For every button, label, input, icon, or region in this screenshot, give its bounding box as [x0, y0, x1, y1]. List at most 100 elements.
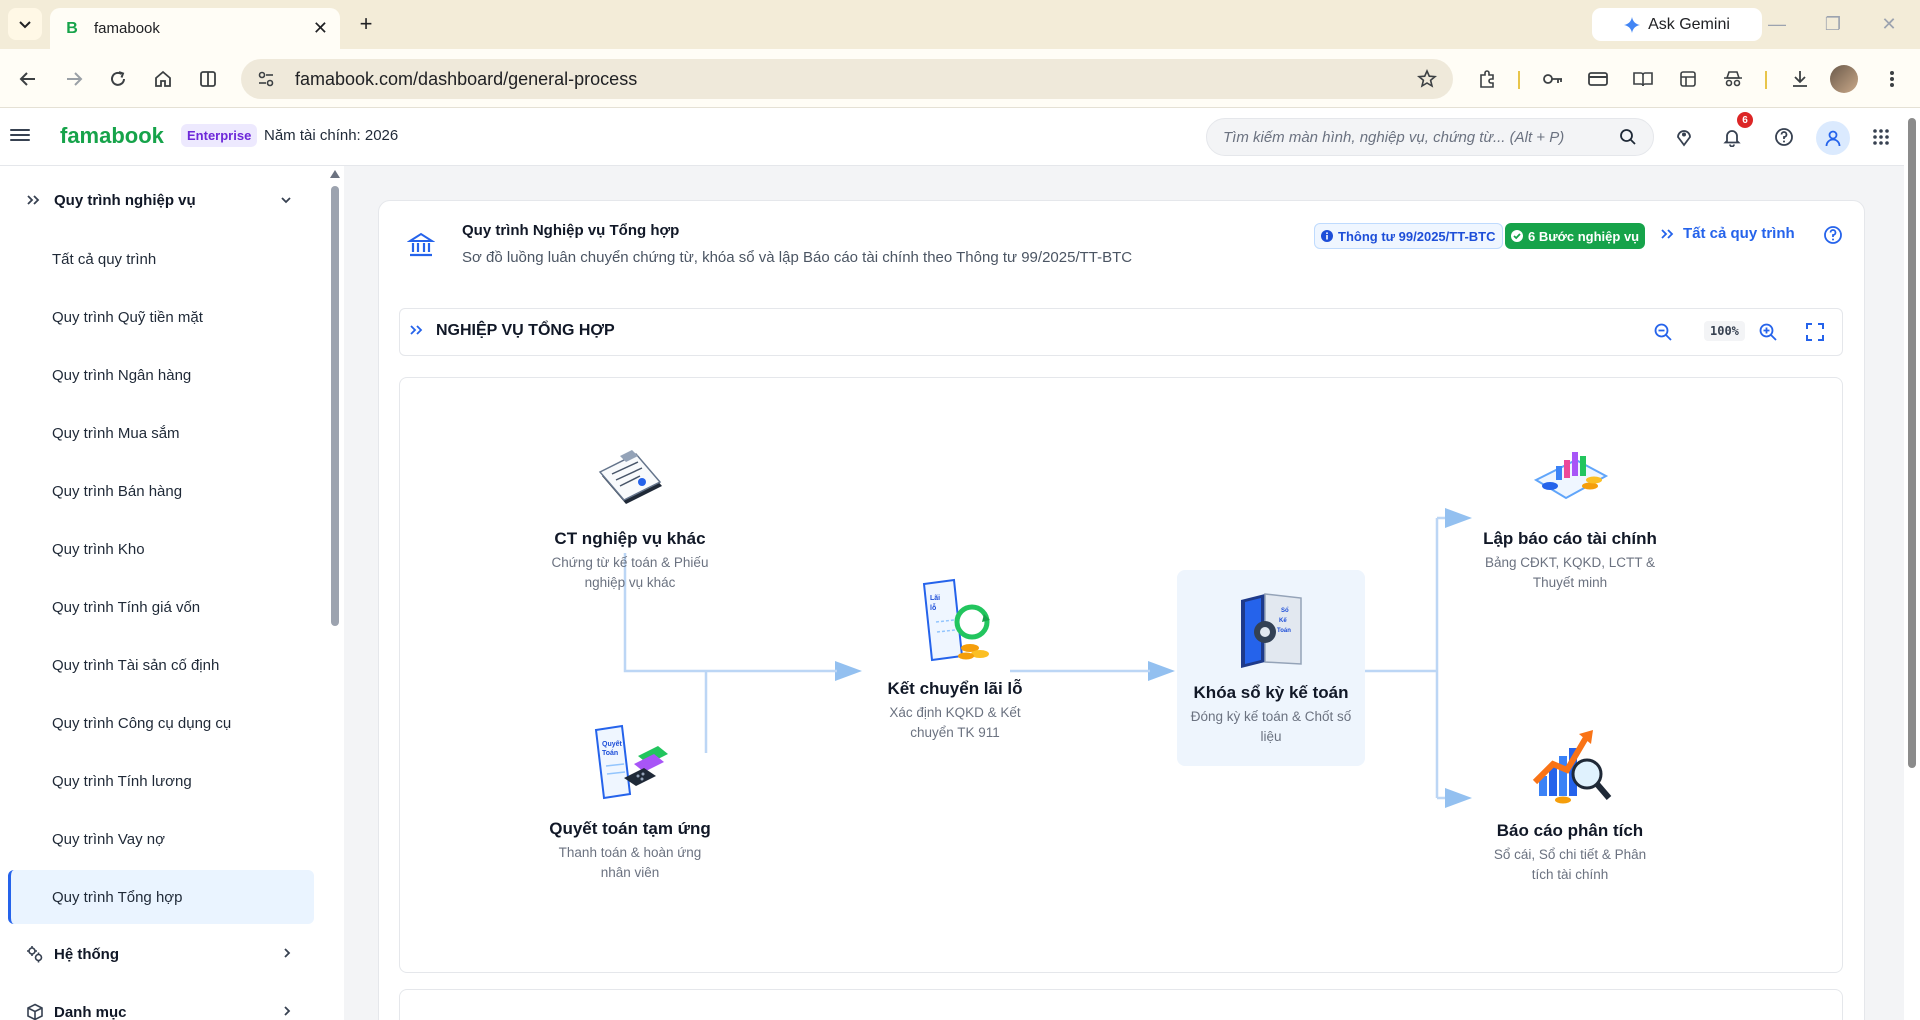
sidebar-scrollbar[interactable]: [328, 166, 342, 1020]
sidebar-item-all-processes[interactable]: Tất cả quy trình: [8, 232, 314, 286]
sidebar-item-loans[interactable]: Quy trình Vay nợ: [8, 812, 314, 866]
home-button[interactable]: [147, 63, 179, 95]
node-financial-report[interactable]: Lập báo cáo tài chính Bảng CĐKT, KQKD, L…: [1465, 438, 1675, 593]
sidebar-group-label: Danh mục: [54, 1003, 127, 1020]
sidebar-item-label: Quy trình Tài sản cố định: [52, 656, 220, 674]
address-bar[interactable]: famabook.com/dashboard/general-process: [241, 59, 1453, 99]
node-desc-line: Sổ cái, Sổ chi tiết & Phân: [1493, 847, 1647, 862]
page-scrollbar-thumb[interactable]: [1908, 118, 1916, 768]
sidebar-item-label: Quy trình Công cụ dụng cụ: [52, 714, 232, 732]
app-logo[interactable]: famabook: [60, 123, 164, 149]
node-advance-settlement[interactable]: Quyết Toán Quyết toán tạm ứng Thanh toán…: [525, 722, 735, 883]
node-analysis-report[interactable]: Báo cáo phân tích Sổ cái, Sổ chi tiết & …: [1465, 724, 1675, 885]
sidebar-item-cash[interactable]: Quy trình Quỹ tiền mặt: [8, 290, 314, 344]
browser-profile-avatar[interactable]: [1830, 65, 1858, 93]
settlement-invoice-icon: Quyết Toán: [594, 724, 668, 800]
global-search-input[interactable]: Tìm kiếm màn hình, nghiệp vụ, chứng từ..…: [1206, 118, 1654, 156]
node-title: CT nghiệp vụ khác: [554, 529, 706, 548]
browser-tab[interactable]: B famabook ✕: [50, 8, 340, 49]
bookmark-star-icon[interactable]: [1417, 69, 1437, 89]
node-desc-line: nghiệp vụ khác: [584, 575, 676, 590]
back-button[interactable]: [12, 63, 44, 95]
forward-button[interactable]: [58, 63, 90, 95]
scroll-up-arrow-icon[interactable]: [330, 170, 340, 178]
site-settings-icon[interactable]: [257, 70, 275, 88]
svg-text:Toán: Toán: [602, 750, 618, 757]
notifications-button[interactable]: [1719, 124, 1745, 150]
zoom-out-icon[interactable]: [1653, 322, 1673, 342]
reload-button[interactable]: [102, 63, 134, 95]
node-desc-line: Bảng CĐKT, KQKD, LCTT &: [1484, 555, 1656, 570]
extensions-button[interactable]: [1471, 63, 1503, 95]
steps-badge: 6 Bước nghiệp vụ: [1505, 223, 1646, 249]
sidebar-item-label: Quy trình Vay nợ: [52, 830, 165, 848]
profit-loss-icon: Lãi lỗ: [922, 578, 990, 662]
tab-search-button[interactable]: [8, 8, 42, 40]
maximize-window-icon[interactable]: ❐: [1818, 10, 1848, 38]
arrow-right-icon: [67, 72, 83, 86]
sidebar-group-catalog[interactable]: Danh mục: [0, 990, 314, 1020]
tab-close-icon[interactable]: ✕: [313, 18, 328, 39]
node-title: Báo cáo phân tích: [1496, 821, 1644, 840]
table-icon: [1680, 71, 1696, 87]
node-other-vouchers[interactable]: CT nghiệp vụ khác Chứng từ kế toán & Phi…: [535, 438, 725, 593]
sidebar-item-bank[interactable]: Quy trình Ngân hàng: [8, 348, 314, 402]
fiscal-year-selector[interactable]: Năm tài chính: 2026: [264, 127, 398, 144]
process-card: Quy trình Nghiệp vụ Tổng hợp Sơ đồ luồng…: [378, 200, 1865, 1020]
location-button[interactable]: [1671, 124, 1697, 150]
incognito-extension-button[interactable]: [1717, 63, 1749, 95]
node-desc-line: Đóng kỳ kế toán & Chốt số: [1190, 709, 1352, 724]
sidebar-item-payroll[interactable]: Quy trình Tính lương: [8, 754, 314, 808]
sidebar-scrollbar-thumb[interactable]: [331, 186, 339, 626]
sidebar-group-system[interactable]: Hệ thống: [0, 932, 314, 976]
toolbar-divider: [1765, 71, 1767, 89]
sidebar-item-inventory[interactable]: Quy trình Kho: [8, 522, 314, 576]
sidebar-item-fixed-assets[interactable]: Quy trình Tài sản cố định: [8, 638, 314, 692]
sidebar-item-general[interactable]: Quy trình Tổng hợp: [8, 870, 314, 924]
double-chevron-icon: [26, 193, 46, 207]
app-launcher-button[interactable]: [1868, 124, 1894, 150]
page-scrollbar[interactable]: [1904, 108, 1920, 1020]
svg-text:Sổ: Sổ: [1281, 607, 1289, 614]
zoom-in-icon[interactable]: [1758, 322, 1778, 342]
sidebar-item-sales[interactable]: Quy trình Bán hàng: [8, 464, 314, 518]
node-period-close[interactable]: Sổ Kế Toán Khóa sổ kỳ kế toán Đóng kỳ kế…: [1177, 570, 1365, 766]
payment-methods-button[interactable]: [1582, 63, 1614, 95]
sidebar-group-processes[interactable]: Quy trình nghiệp vụ: [0, 178, 314, 222]
sidebar-item-cost-calc[interactable]: Quy trình Tính giá vốn: [8, 580, 314, 634]
password-manager-button[interactable]: [1537, 63, 1569, 95]
browser-menu-button[interactable]: [1876, 63, 1908, 95]
search-icon[interactable]: [1619, 128, 1637, 146]
split-view-button[interactable]: [192, 63, 224, 95]
minimize-window-icon[interactable]: —: [1762, 10, 1792, 38]
toolbar-divider: [1518, 71, 1520, 89]
all-processes-link[interactable]: Tất cả quy trình: [1661, 225, 1795, 242]
node-profit-loss-transfer[interactable]: Lãi lỗ Kết chuyển lãi lỗ Xác định KQKD &…: [850, 578, 1060, 743]
sidebar-item-label: Quy trình Ngân hàng: [52, 366, 192, 384]
url-text: famabook.com/dashboard/general-process: [295, 68, 638, 89]
new-tab-button[interactable]: +: [352, 10, 380, 38]
svg-text:Lãi: Lãi: [930, 595, 940, 602]
downloads-button[interactable]: [1784, 63, 1816, 95]
zoom-level: 100%: [1704, 321, 1745, 341]
user-account-button[interactable]: [1816, 121, 1850, 155]
sidebar-item-purchasing[interactable]: Quy trình Mua sắm: [8, 406, 314, 460]
help-button[interactable]: [1771, 124, 1797, 150]
fullscreen-icon[interactable]: [1805, 322, 1825, 342]
help-circle-icon: [1775, 128, 1793, 146]
gemini-sparkle-icon: [1624, 16, 1641, 33]
tab-title: famabook: [94, 20, 160, 37]
sidebar-item-label: Quy trình Tính lương: [52, 772, 192, 790]
grid-icon: [1873, 129, 1889, 145]
sidebar-item-tools[interactable]: Quy trình Công cụ dụng cụ: [8, 696, 314, 750]
main-content: Quy trình Nghiệp vụ Tổng hợp Sơ đồ luồng…: [344, 166, 1904, 1020]
close-window-icon[interactable]: ✕: [1874, 10, 1904, 38]
node-desc-line: chuyển TK 911: [910, 725, 1000, 740]
help-circle-icon[interactable]: [1823, 225, 1843, 245]
reading-mode-button[interactable]: [1627, 63, 1659, 95]
menu-toggle-icon[interactable]: [10, 126, 30, 146]
tab-groups-button[interactable]: [1672, 63, 1704, 95]
chevron-down-icon: [280, 192, 292, 208]
ask-gemini-button[interactable]: Ask Gemini: [1592, 8, 1762, 41]
card-header: Quy trình Nghiệp vụ Tổng hợp Sơ đồ luồng…: [379, 201, 1864, 281]
